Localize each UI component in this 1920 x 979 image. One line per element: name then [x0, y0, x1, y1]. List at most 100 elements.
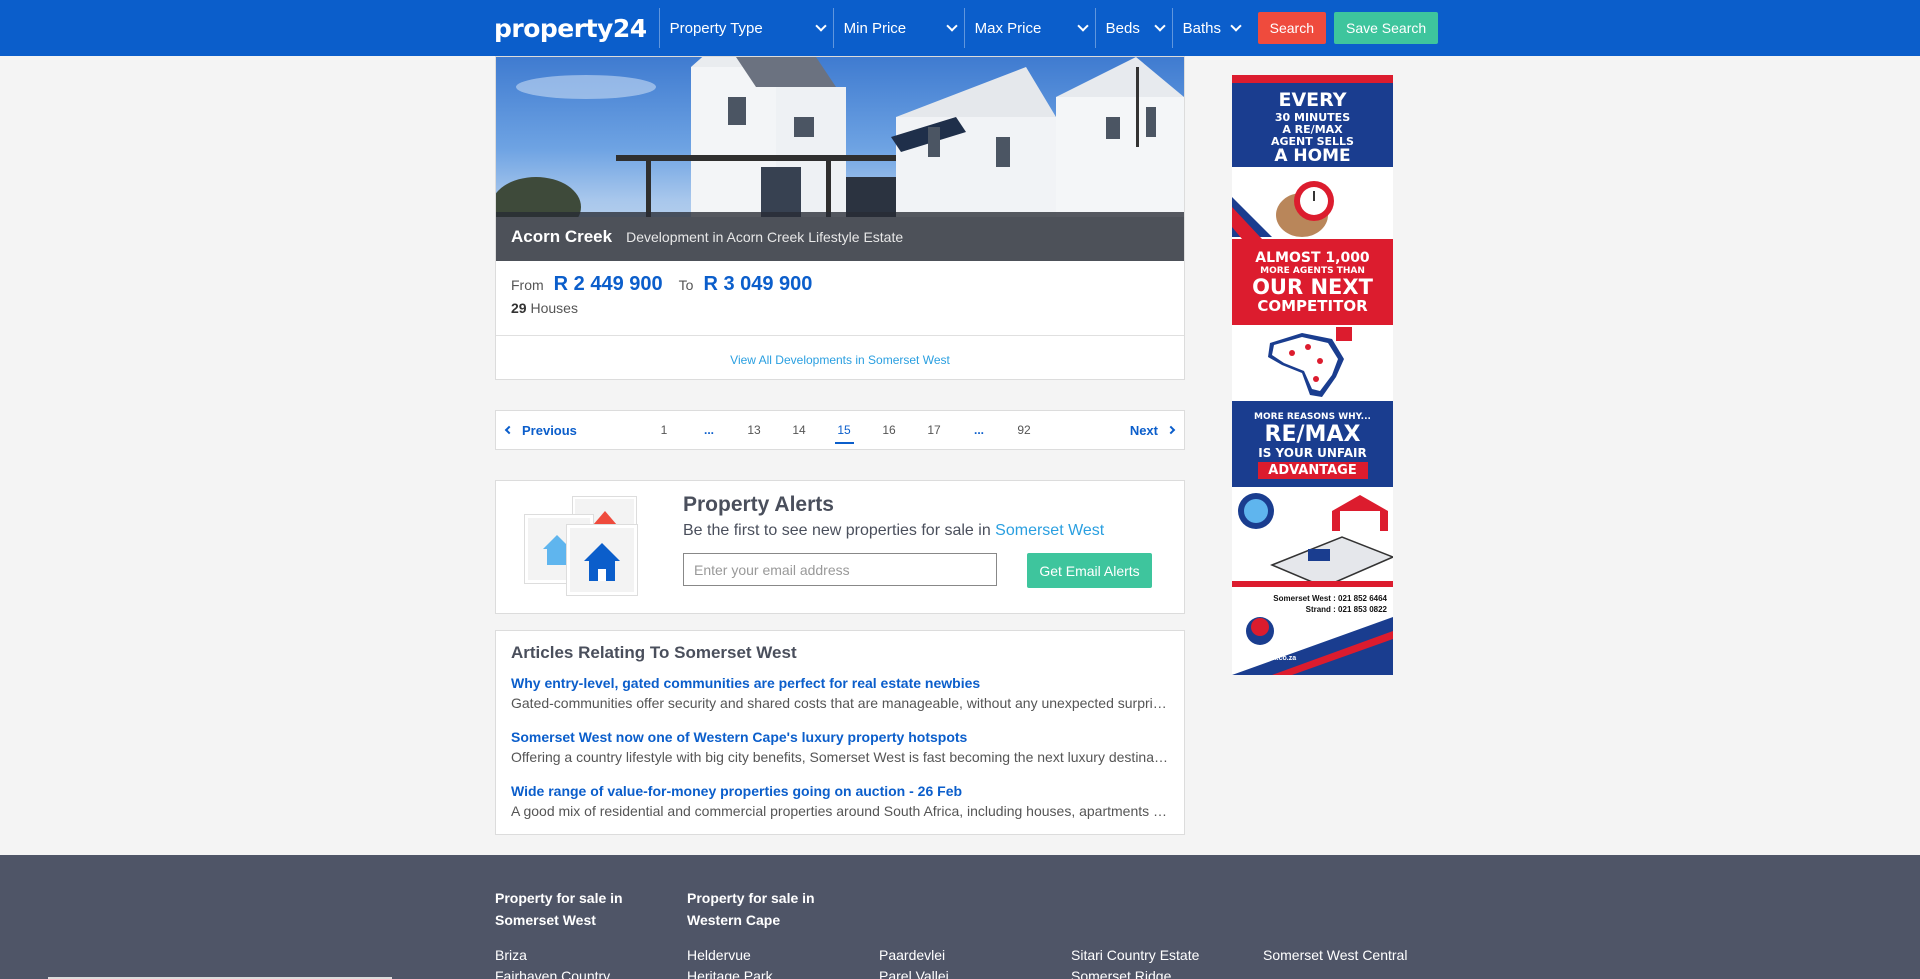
- pagination: 1 ... 13 14 15 16 17 ... 92 Previous Nex…: [495, 410, 1185, 450]
- price-range: From R 2 449 900 To R 3 049 900: [511, 273, 828, 296]
- article-item: Somerset West now one of Western Cape's …: [511, 729, 1171, 765]
- property24-logo[interactable]: property24: [494, 14, 647, 43]
- ad-text: IS YOUR UNFAIR: [1258, 446, 1367, 460]
- page-1[interactable]: 1: [642, 411, 687, 449]
- previous-page-button[interactable]: Previous: [504, 411, 577, 449]
- ad-text: A HOME: [1274, 146, 1351, 166]
- min-price-dropdown[interactable]: Min Price: [832, 8, 964, 48]
- related-articles-panel: Articles Relating To Somerset West Why e…: [495, 630, 1185, 835]
- articles-heading: Articles Relating To Somerset West: [511, 643, 797, 662]
- page-17[interactable]: 17: [912, 411, 957, 449]
- property-alerts-title: Property Alerts: [683, 493, 834, 516]
- development-card[interactable]: Acorn Creek Development in Acorn Creek L…: [495, 56, 1185, 380]
- from-label: From: [511, 277, 544, 293]
- ad-text: ALMOST 1,000: [1255, 250, 1370, 266]
- footer: Property for sale in Somerset West Prope…: [0, 855, 1920, 979]
- chevron-down-icon: [1076, 20, 1089, 32]
- footer-heading-somerset-west: Property for sale in Somerset West: [495, 890, 623, 928]
- max-price-label: Max Price: [974, 19, 1042, 37]
- baths-label: Baths: [1182, 19, 1221, 37]
- ad-phone-strand: Strand : 021 853 0822: [1305, 605, 1387, 614]
- chevron-down-icon: [814, 20, 827, 32]
- stopwatch-icon: [1232, 167, 1393, 239]
- get-email-alerts-button[interactable]: Get Email Alerts: [1027, 553, 1152, 588]
- chevron-left-icon: [504, 425, 514, 435]
- development-photo[interactable]: Acorn Creek Development in Acorn Creek L…: [496, 57, 1184, 261]
- view-all-developments-link[interactable]: View All Developments in Somerset West: [496, 353, 1184, 367]
- chevron-down-icon: [945, 20, 958, 32]
- house-alerts-illustration: [524, 496, 644, 596]
- page-92[interactable]: 92: [1002, 411, 1047, 449]
- footer-link[interactable]: Sitari Country Estate: [1071, 947, 1199, 963]
- property-alerts-description: Be the first to see new properties for s…: [683, 522, 1104, 540]
- africa-map-icon: [1232, 325, 1393, 401]
- ad-website: www.remax.co.za: [1238, 655, 1297, 662]
- footer-heading-western-cape: Property for sale in Western Cape: [687, 890, 815, 928]
- ad-panel-2: ALMOST 1,000 MORE AGENTS THAN OUR NEXT C…: [1232, 239, 1393, 325]
- remax-advertisement[interactable]: EVERY 30 MINUTES A RE/MAX AGENT SELLS A …: [1232, 75, 1393, 675]
- ad-text: 30 MINUTES: [1274, 111, 1351, 124]
- article-summary: A good mix of residential and commercial…: [511, 803, 1171, 819]
- footer-link[interactable]: Somerset West Central: [1263, 947, 1407, 963]
- article-title-link[interactable]: Why entry-level, gated communities are p…: [511, 675, 1171, 691]
- ad-text: MORE REASONS WHY...: [1254, 412, 1371, 422]
- divider: [496, 335, 1184, 336]
- page-14[interactable]: 14: [777, 411, 822, 449]
- property-alerts-panel: Property Alerts Be the first to see new …: [495, 480, 1185, 614]
- search-filter-bar: property24 Property Type Min Price Max P…: [494, 0, 1439, 56]
- unit-type: Houses: [530, 300, 578, 316]
- email-address-input[interactable]: [683, 553, 997, 586]
- footer-link[interactable]: Heldervue: [687, 947, 751, 963]
- ad-panel-1: EVERY 30 MINUTES A RE/MAX AGENT SELLS A …: [1232, 83, 1393, 167]
- max-price-dropdown[interactable]: Max Price: [963, 8, 1095, 48]
- beds-dropdown[interactable]: Beds: [1094, 8, 1172, 48]
- development-name[interactable]: Acorn Creek: [511, 227, 612, 247]
- ad-text: RE/MAX: [1264, 422, 1361, 447]
- ad-text: A RE/MAX: [1282, 123, 1343, 136]
- save-search-button[interactable]: Save Search: [1333, 12, 1439, 44]
- footer-link[interactable]: Somerset Ridge: [1071, 968, 1171, 979]
- ad-text: EVERY: [1278, 89, 1347, 111]
- chevron-right-icon: [1166, 425, 1176, 435]
- next-label: Next: [1129, 422, 1158, 438]
- page-numbers: 1 ... 13 14 15 16 17 ... 92: [496, 411, 1184, 449]
- footer-link[interactable]: Parel Vallei: [879, 968, 949, 979]
- article-summary: Offering a country lifestyle with big ci…: [511, 749, 1171, 765]
- unit-count-number: 29: [511, 300, 527, 316]
- price-to: R 3 049 900: [703, 273, 813, 295]
- footer-link[interactable]: Paardevlei: [879, 947, 945, 963]
- search-button[interactable]: Search: [1257, 12, 1326, 44]
- ad-contact-panel: Somerset West : 021 852 6464 Strand : 02…: [1232, 587, 1393, 675]
- previous-label: Previous: [522, 422, 577, 438]
- ad-phone-somerset-west: Somerset West : 021 852 6464: [1273, 594, 1387, 603]
- article-summary: Gated-communities offer security and sha…: [511, 695, 1171, 711]
- next-page-button[interactable]: Next: [1129, 411, 1176, 449]
- page-ellipsis[interactable]: ...: [957, 411, 1002, 449]
- ad-text: COMPETITOR: [1257, 297, 1368, 315]
- footer-link[interactable]: Fairhaven Country: [495, 968, 610, 979]
- alerts-location-link[interactable]: Somerset West: [995, 522, 1104, 539]
- article-title-link[interactable]: Somerset West now one of Western Cape's …: [511, 729, 1171, 745]
- tablet-house-icon: [1232, 487, 1393, 588]
- page-13[interactable]: 13: [732, 411, 777, 449]
- development-caption: Acorn Creek Development in Acorn Creek L…: [496, 212, 1184, 261]
- unit-count: 29 Houses: [511, 300, 578, 316]
- ad-contact: Somerset West : 021 852 6464 Strand : 02…: [1273, 593, 1387, 615]
- article-title-link[interactable]: Wide range of value-for-money properties…: [511, 783, 1171, 799]
- footer-link[interactable]: Heritage Park: [687, 968, 773, 979]
- to-label: To: [678, 277, 694, 293]
- article-item: Wide range of value-for-money properties…: [511, 783, 1171, 819]
- price-from: R 2 449 900: [553, 273, 663, 295]
- footer-link[interactable]: Briza: [495, 947, 527, 963]
- ad-panel-3: MORE REASONS WHY... RE/MAX IS YOUR UNFAI…: [1232, 401, 1393, 487]
- property-type-label: Property Type: [669, 19, 763, 37]
- page-16[interactable]: 16: [867, 411, 912, 449]
- ad-text: OUR NEXT: [1252, 275, 1373, 299]
- baths-dropdown[interactable]: Baths: [1171, 8, 1248, 48]
- page-ellipsis[interactable]: ...: [687, 411, 732, 449]
- top-navigation-bar: property24 Property Type Min Price Max P…: [0, 0, 1920, 56]
- min-price-label: Min Price: [843, 19, 907, 37]
- article-item: Why entry-level, gated communities are p…: [511, 675, 1171, 711]
- property-type-dropdown[interactable]: Property Type: [658, 8, 833, 48]
- page-15-current[interactable]: 15: [822, 411, 867, 449]
